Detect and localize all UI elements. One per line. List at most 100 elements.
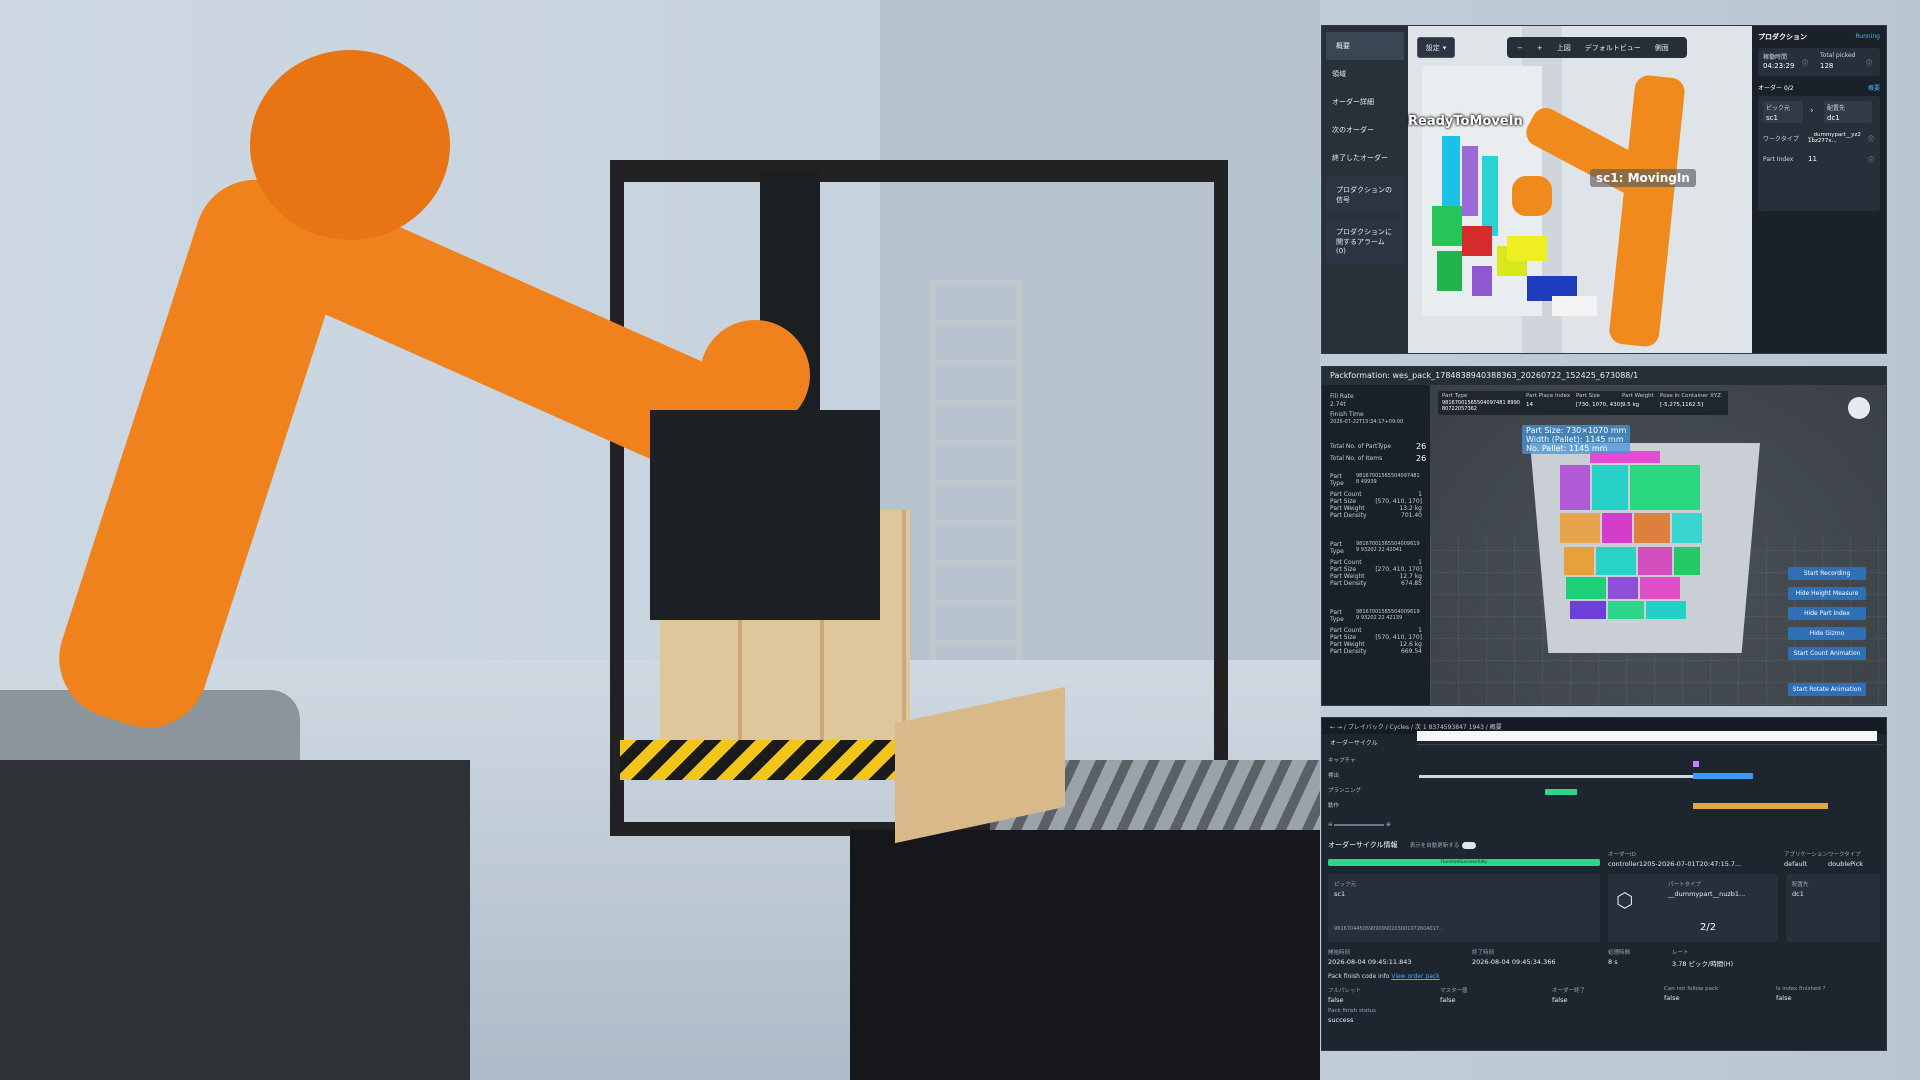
info-icon[interactable]: ⓘ bbox=[1802, 58, 1808, 67]
application-field: アプリケーション default bbox=[1784, 850, 1828, 868]
zoom-in-icon[interactable]: ⊕ bbox=[1386, 822, 1391, 828]
orders-heading: オーダー 0/2 bbox=[1758, 83, 1794, 92]
cycle-timeline[interactable] bbox=[1417, 731, 1882, 819]
arrow-right-icon: › bbox=[1810, 106, 1814, 116]
packformation-panel: Packformation: wes_pack_1784838940388363… bbox=[1322, 367, 1886, 705]
orders-label: オーダー bbox=[1758, 85, 1783, 92]
info-weight-label: Part Weight bbox=[1622, 393, 1654, 399]
part-size-label: Part Size bbox=[1330, 634, 1357, 641]
pallet-base bbox=[620, 740, 920, 780]
zoom-slider[interactable] bbox=[1334, 823, 1385, 826]
default-view-button[interactable]: デフォルトビュー bbox=[1585, 43, 1641, 53]
end-time-field: 終了時刻 2026-08-04 09:45:34.366 bbox=[1472, 948, 1556, 966]
pick-count: 2/2 bbox=[1700, 922, 1717, 933]
part-weight-label: Part Weight bbox=[1330, 505, 1365, 512]
part-entry: Part Type 981670015655040974818 49939 Par… bbox=[1330, 473, 1422, 519]
pick-from-value: sc1 bbox=[1766, 114, 1778, 122]
scene-robot-body bbox=[1608, 74, 1686, 348]
timeline-scrubber[interactable] bbox=[1417, 731, 1877, 741]
pick-from-label: ピック元 bbox=[1766, 105, 1791, 112]
side-view-button[interactable]: 側面 bbox=[1655, 43, 1669, 53]
chevron-down-icon: ▾ bbox=[1442, 43, 1447, 52]
pack-3d-view[interactable]: Part Type 98167001565504097481 899080722… bbox=[1430, 385, 1886, 705]
zoom-out-button[interactable]: − bbox=[1517, 44, 1523, 52]
view-order-pack-link[interactable]: View order pack bbox=[1391, 973, 1439, 980]
box-icon: ⬡ bbox=[1616, 888, 1634, 912]
hide-part-index-button[interactable]: Hide Part Index bbox=[1788, 607, 1866, 620]
viewer-panel: 概要 領域 オーダー詳細 次のオーダー 終了したオーダー プロダクションの信号 … bbox=[1322, 26, 1886, 353]
production-sidebar: プロダクション Running 稼働時間 04:23:29 ⓘ Total pi… bbox=[1752, 26, 1886, 353]
start-rotate-animation-button[interactable]: Start Rotate Animation bbox=[1788, 683, 1866, 696]
info-icon[interactable]: ⓘ bbox=[1866, 58, 1872, 67]
cycle-info-label: オーダーサイクル情報 bbox=[1328, 841, 1398, 849]
back-icon[interactable]: ← bbox=[1330, 724, 1335, 731]
zoom-in-button[interactable]: + bbox=[1537, 44, 1543, 52]
3d-scene[interactable]: 概要 領域 オーダー詳細 次のオーダー 終了したオーダー プロダクションの信号 … bbox=[1322, 26, 1752, 353]
settings-dropdown[interactable]: 設定 ▾ bbox=[1417, 37, 1455, 58]
order-id-value[interactable]: controller1205-2026-07-01T20:47:15.7... bbox=[1608, 860, 1741, 868]
flag-value: false bbox=[1328, 996, 1344, 1004]
menu-item-production-signal[interactable]: プロダクションの信号 bbox=[1326, 176, 1404, 214]
hide-height-measure-button[interactable]: Hide Height Measure bbox=[1788, 587, 1866, 600]
part-density-label: Part Density bbox=[1330, 580, 1367, 587]
pack-item bbox=[1602, 513, 1632, 543]
total-items-value: 26 bbox=[1416, 454, 1427, 463]
part-density-value: 669.54 bbox=[1401, 648, 1422, 655]
timeline-row-planning: プランニング bbox=[1328, 788, 1362, 794]
orders-count: 0/2 bbox=[1783, 85, 1794, 92]
viewer-side-menu: 概要 領域 オーダー詳細 次のオーダー 終了したオーダー プロダクションの信号 … bbox=[1322, 26, 1408, 353]
packformation-title: Packformation: wes_pack_1784838940388363… bbox=[1322, 367, 1886, 385]
settings-dropdown-label: 設定 bbox=[1425, 43, 1440, 52]
forward-icon[interactable]: → bbox=[1337, 724, 1342, 731]
hide-gizmo-button[interactable]: Hide Gizmo bbox=[1788, 627, 1866, 640]
menu-item-overview[interactable]: 概要 bbox=[1326, 32, 1404, 60]
part-count-label: Part Count bbox=[1330, 559, 1362, 566]
end-time-label: 終了時刻 bbox=[1472, 950, 1495, 956]
rate-label: レート bbox=[1672, 950, 1689, 956]
timeline-bar-detect bbox=[1419, 775, 1739, 778]
pack-item bbox=[1592, 465, 1628, 510]
auto-refresh-toggle[interactable] bbox=[1461, 841, 1476, 849]
end-time-value: 2026-08-04 09:45:34.366 bbox=[1472, 958, 1556, 966]
breadcrumb-path[interactable]: / プレイバック / Cycles / 次 1 8374593847 1943 … bbox=[1344, 724, 1502, 731]
top-view-button[interactable]: 上図 bbox=[1557, 43, 1571, 53]
part-size-label: Part Size bbox=[1330, 498, 1357, 505]
view-toolbar: − + 上図 デフォルトビュー 側面 bbox=[1507, 37, 1687, 58]
flag-label: Can not follow pack bbox=[1664, 986, 1719, 992]
order-id-label: オーダーID bbox=[1608, 852, 1636, 858]
part-type-label: Part Type bbox=[1330, 541, 1344, 555]
pick-detail-box: ピック元 sc1 9816704450590909902030010726040… bbox=[1328, 874, 1600, 942]
rate-value: 3.78 ピック/時間(H) bbox=[1672, 960, 1734, 968]
menu-item-order-detail[interactable]: オーダー詳細 bbox=[1322, 88, 1408, 116]
pack-item bbox=[1640, 577, 1680, 599]
pack-summary-list[interactable]: Fill Rate 2.74t Finish Time 2026-07-22T1… bbox=[1322, 385, 1430, 705]
uptime-value: 04:23:29 bbox=[1763, 62, 1795, 70]
application-label: アプリケーション bbox=[1784, 852, 1828, 858]
part-weight-label: Part Weight bbox=[1330, 573, 1365, 580]
pack-item bbox=[1570, 601, 1606, 619]
scene-block bbox=[1462, 226, 1492, 256]
orders-link[interactable]: 概要 bbox=[1868, 83, 1880, 92]
menu-item-finished-orders[interactable]: 終了したオーダー bbox=[1322, 144, 1408, 172]
pick-from-field: ピック元 sc1 bbox=[1334, 880, 1356, 898]
orientation-gizmo-icon[interactable] bbox=[1848, 397, 1870, 419]
info-icon[interactable]: ⓘ bbox=[1868, 134, 1874, 143]
place-to-value: dc1 bbox=[1792, 890, 1804, 898]
info-icon[interactable]: ⓘ bbox=[1868, 155, 1874, 164]
ready-label: ReadyToMoveIn bbox=[1408, 114, 1523, 129]
start-recording-button[interactable]: Start Recording bbox=[1788, 567, 1866, 580]
pack-item bbox=[1560, 513, 1600, 543]
part-size-value: [570, 410, 170] bbox=[1375, 498, 1422, 505]
scene-block bbox=[1442, 136, 1460, 206]
pick-from-label: ピック元 bbox=[1334, 882, 1357, 888]
finish-time-label: Finish Time bbox=[1330, 411, 1364, 418]
pack-item bbox=[1646, 601, 1686, 619]
menu-item-next-order[interactable]: 次のオーダー bbox=[1322, 116, 1408, 144]
menu-item-production-alarms[interactable]: プロダクションに関するアラーム (0) bbox=[1326, 218, 1404, 264]
start-count-animation-button[interactable]: Start Count Animation bbox=[1788, 647, 1866, 660]
pack-item bbox=[1630, 465, 1700, 510]
measurement-line: Part Size: 730×1070 mm bbox=[1526, 426, 1627, 435]
scene-block bbox=[1552, 296, 1597, 316]
zoom-out-icon[interactable]: ⊖ bbox=[1328, 822, 1333, 828]
menu-item-area[interactable]: 領域 bbox=[1322, 60, 1408, 88]
